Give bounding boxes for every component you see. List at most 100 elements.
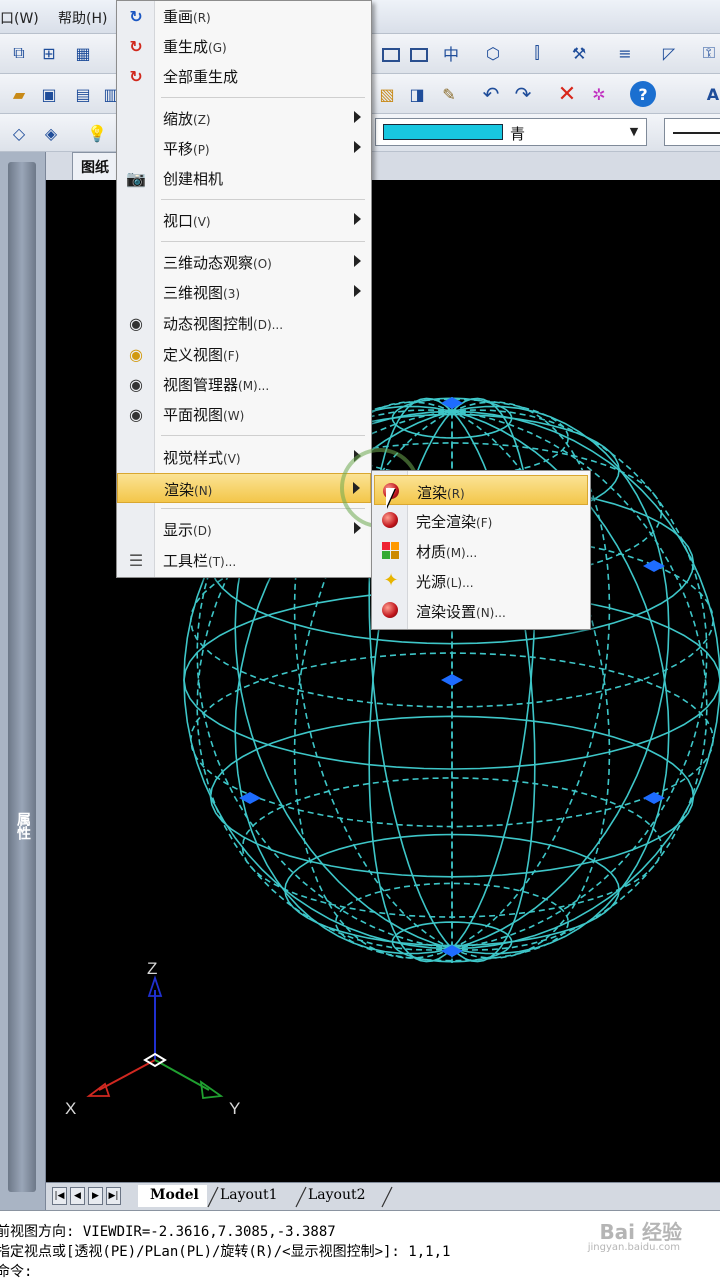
menu-item-toolbars[interactable]: ☰ 工具栏(T)... bbox=[117, 545, 371, 575]
menu-item-label: 平面视图(W) bbox=[163, 406, 245, 424]
submenu-item-lights[interactable]: ✦ 光源(L)... bbox=[374, 565, 588, 595]
cad-window: 口(W) 帮助(H) ⧉ ⊞ ▦ 中 ⬡ ⫿ ⚒ ≡ ◸ ⚿ ▰ ▣ ▤ ▥ ▧… bbox=[0, 0, 720, 1280]
menu-item-regen[interactable]: ↻ 重生成(G) bbox=[117, 31, 371, 61]
menu-item-create-camera[interactable]: 📷 创建相机 bbox=[117, 163, 371, 193]
command-line-1: 前视图方向: VIEWDIR=-2.3616,7.3085,-3.3887 bbox=[0, 1224, 336, 1240]
block-icon[interactable]: ⊞ bbox=[36, 40, 62, 66]
chevron-down-icon[interactable]: ▼ bbox=[624, 121, 644, 143]
redraw-icon: ↻ bbox=[129, 6, 143, 26]
menu-item-label: 定义视图(F) bbox=[163, 346, 240, 364]
key-icon[interactable]: ⚿ bbox=[696, 40, 720, 66]
menu-item-label: 显示(D) bbox=[163, 521, 212, 539]
regen-all-icon: ↻ bbox=[129, 66, 143, 86]
menu-item-zoom[interactable]: 缩放(Z) bbox=[117, 103, 371, 133]
layout-tabs-bar: |◀ ◀ ▶ ▶| Model Layout1 Layout2 bbox=[46, 1182, 720, 1210]
open-icon[interactable]: ▰ bbox=[6, 81, 32, 107]
submenu-item-label: 渲染设置(N)... bbox=[416, 603, 506, 621]
copy-icon[interactable]: ⧉ bbox=[6, 40, 32, 66]
submenu-arrow-icon bbox=[354, 522, 361, 534]
color-value: 青 bbox=[510, 125, 526, 143]
print-icon[interactable]: ▤ bbox=[70, 81, 96, 107]
submenu-arrow-icon bbox=[354, 285, 361, 297]
text-icon[interactable]: A bbox=[700, 81, 720, 107]
viewport-split-icon[interactable]: 中 bbox=[438, 40, 464, 66]
viewport-single-icon[interactable] bbox=[378, 42, 404, 68]
plan-view-icon: ◉ bbox=[129, 404, 143, 424]
axis-line bbox=[98, 1059, 156, 1091]
menu-item-redraw[interactable]: ↻ 重画(R) bbox=[117, 1, 371, 31]
menu-item-display[interactable]: 显示(D) bbox=[117, 514, 371, 544]
bulb-icon[interactable]: 💡 bbox=[84, 120, 110, 146]
render-settings-icon bbox=[380, 600, 402, 620]
menu-separator bbox=[161, 199, 365, 200]
menu-item-label: 视口(V) bbox=[163, 212, 211, 230]
material-icon bbox=[380, 540, 402, 560]
menu-window[interactable]: 口(W) bbox=[0, 8, 39, 28]
sheet-icon[interactable]: ◸ bbox=[656, 40, 682, 66]
menu-item-3d-views[interactable]: 三维视图(3) bbox=[117, 277, 371, 307]
menu-item-plan-view[interactable]: ◉ 平面视图(W) bbox=[117, 399, 371, 429]
define-view-icon: ◉ bbox=[129, 344, 143, 364]
submenu-item-label: 光源(L)... bbox=[416, 573, 474, 591]
menu-item-viewport[interactable]: 视口(V) bbox=[117, 205, 371, 235]
menu-item-label: 工具栏(T)... bbox=[163, 552, 237, 570]
grip-point bbox=[239, 792, 261, 804]
dynamic-view-icon: ◉ bbox=[129, 313, 143, 333]
menu-item-define-view[interactable]: ◉ 定义视图(F) bbox=[117, 339, 371, 369]
menu-item-pan[interactable]: 平移(P) bbox=[117, 133, 371, 163]
select-icon[interactable]: ▦ bbox=[70, 40, 96, 66]
viewport-two-icon[interactable] bbox=[406, 42, 432, 68]
toolbar-icon: ☰ bbox=[128, 550, 144, 570]
color-select[interactable]: 青 ▼ bbox=[375, 118, 647, 146]
color-swatch bbox=[383, 124, 503, 140]
grip-point bbox=[643, 792, 665, 804]
save-icon[interactable]: ▣ bbox=[36, 81, 62, 107]
measure-icon[interactable]: ≡ bbox=[612, 40, 638, 66]
submenu-item-render[interactable]: 渲染(R) bbox=[374, 475, 588, 505]
help-icon[interactable]: ? bbox=[630, 81, 656, 107]
delete-icon[interactable]: ✕ bbox=[554, 81, 580, 107]
match-icon[interactable]: ◨ bbox=[404, 81, 430, 107]
chart-icon[interactable]: ⫿ bbox=[524, 40, 550, 66]
hammer-icon[interactable]: ⚒ bbox=[566, 40, 592, 66]
brush-icon[interactable]: ✎ bbox=[436, 81, 462, 107]
submenu-arrow-icon bbox=[354, 111, 361, 123]
menu-help[interactable]: 帮助(H) bbox=[58, 8, 107, 28]
redo-icon[interactable]: ↷ bbox=[510, 81, 536, 107]
menu-item-regen-all[interactable]: ↻ 全部重生成 bbox=[117, 61, 371, 91]
submenu-item-full-render[interactable]: 完全渲染(F) bbox=[374, 505, 588, 535]
menu-item-3d-orbit[interactable]: 三维动态观察(O) bbox=[117, 247, 371, 277]
menu-item-label: 缩放(Z) bbox=[163, 110, 211, 128]
layer-state-icon[interactable]: ◈ bbox=[38, 120, 64, 146]
layer-icon[interactable]: ◇ bbox=[6, 120, 32, 146]
linetype-select[interactable] bbox=[664, 118, 720, 146]
menu-item-label: 三维视图(3) bbox=[163, 284, 241, 302]
y-axis-arrow bbox=[199, 1080, 224, 1099]
menu-item-visual-styles[interactable]: 视觉样式(V) bbox=[117, 442, 371, 472]
submenu-item-render-settings[interactable]: 渲染设置(N)... bbox=[374, 595, 588, 625]
menu-separator bbox=[161, 435, 365, 436]
grip-point bbox=[441, 674, 463, 686]
wire-line bbox=[284, 833, 620, 947]
properties-panel: 属性 bbox=[0, 152, 46, 1212]
erase-icon[interactable]: ✲ bbox=[586, 81, 612, 107]
menu-item-label: 视图管理器(M)... bbox=[163, 376, 270, 394]
submenu-arrow-icon bbox=[354, 255, 361, 267]
menu-item-label: 动态视图控制(D)... bbox=[163, 315, 284, 333]
cube-icon[interactable]: ⬡ bbox=[480, 40, 506, 66]
properties-strip[interactable] bbox=[8, 162, 36, 1192]
menu-separator bbox=[161, 241, 365, 242]
paste-icon[interactable]: ▧ bbox=[374, 81, 400, 107]
command-prompt[interactable]: 命令: bbox=[0, 1261, 32, 1280]
submenu-item-materials[interactable]: 材质(M)... bbox=[374, 535, 588, 565]
properties-label: 属性 bbox=[15, 812, 31, 840]
menu-item-label: 创建相机 bbox=[163, 170, 224, 188]
camera-icon: 📷 bbox=[126, 168, 146, 188]
x-axis-label: X bbox=[65, 1099, 76, 1118]
menu-item-view-manager[interactable]: ◉ 视图管理器(M)... bbox=[117, 369, 371, 399]
command-line-2: 指定视点或[透视(PE)/PLan(PL)/旋转(R)/<显示视图控制>]: 1… bbox=[0, 1244, 451, 1260]
undo-icon[interactable]: ↶ bbox=[478, 81, 504, 107]
menu-item-dynamic-view[interactable]: ◉ 动态视图控制(D)... bbox=[117, 308, 371, 338]
menu-item-render[interactable]: 渲染(N) bbox=[117, 473, 371, 503]
submenu-item-label: 材质(M)... bbox=[416, 543, 478, 561]
